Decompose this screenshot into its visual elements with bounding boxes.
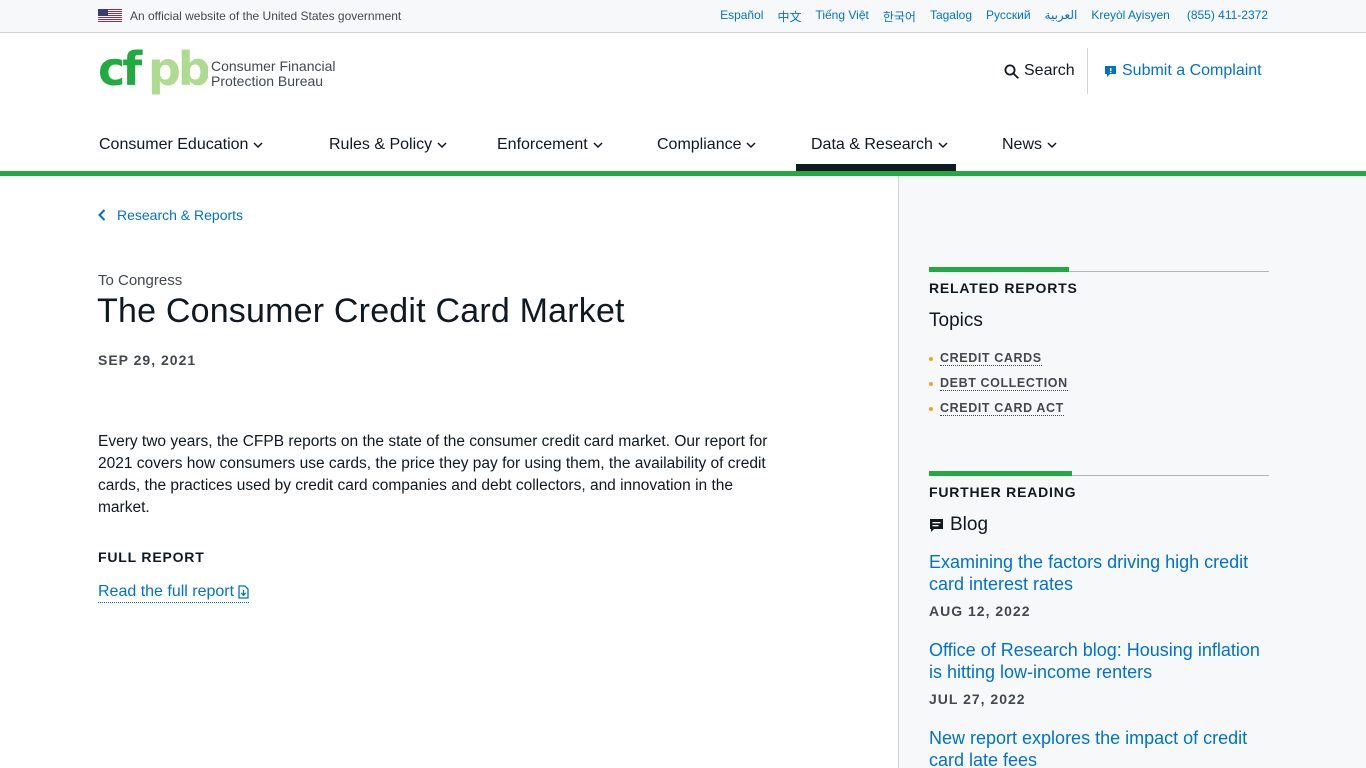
phone-link[interactable]: (855) 411-2372 [1187, 8, 1268, 25]
topic-label: DEBT COLLECTION [940, 376, 1068, 391]
nav-label: Consumer Education [99, 136, 249, 153]
main-navigation: Consumer Education Rules & Policy Enforc… [0, 126, 1366, 172]
gov-banner: An official website of the United States… [0, 0, 1366, 33]
breadcrumb[interactable]: Research & Reports [98, 207, 243, 223]
chevron-down-icon [437, 141, 447, 148]
read-full-report-link[interactable]: Read the full report [98, 583, 250, 603]
download-document-icon [238, 585, 249, 599]
nav-item-compliance[interactable]: Compliance [657, 136, 757, 154]
report-summary: Every two years, the CFPB reports on the… [98, 433, 768, 516]
nav-label: Rules & Policy [329, 136, 433, 153]
page-title: The Consumer Credit Card Market [97, 292, 625, 330]
lang-link-haitian-creole[interactable]: Kreyòl Ayisyen [1091, 8, 1170, 25]
read-full-report-label: Read the full report [98, 583, 235, 600]
us-flag-icon [98, 9, 122, 22]
chevron-down-icon [746, 141, 757, 148]
further-reading-heading: FURTHER READING [929, 484, 1077, 500]
nav-item-news[interactable]: News [1002, 136, 1057, 154]
topics-label: Topics [929, 310, 983, 331]
nav-item-rules-policy[interactable]: Rules & Policy [329, 136, 447, 154]
logo-line-2: Protection Bureau [211, 73, 324, 89]
breadcrumb-link: Research & Reports [117, 207, 244, 223]
logo-line-1: Consumer Financial [211, 58, 336, 74]
blog-post: Examining the factors driving high credi… [929, 551, 1269, 619]
lang-link-espanol[interactable]: Español [720, 8, 763, 25]
nav-label: News [1002, 136, 1043, 153]
search-icon [1004, 64, 1019, 79]
bullet [929, 406, 933, 411]
blog-post-date: JUL 27, 2022 [929, 691, 1026, 707]
further-reading-section: FURTHER READING Blog Examining the facto… [929, 471, 1269, 768]
topics-heading: Topics [929, 310, 1269, 332]
header-divider [1087, 48, 1088, 94]
topic-item-credit-card-act[interactable]: CREDIT CARD ACT [929, 396, 1269, 421]
full-report-heading: FULL REPORT [98, 549, 205, 565]
related-reports-heading: RELATED REPORTS [929, 280, 1078, 296]
lang-link-russian[interactable]: Русский [986, 8, 1031, 25]
search-button[interactable]: Search [1004, 62, 1075, 80]
speech-bubble-icon [930, 518, 943, 532]
lang-link-arabic[interactable]: العربية [1045, 8, 1078, 25]
related-reports-section: RELATED REPORTS Topics CREDIT CARDS DEBT… [929, 267, 1269, 421]
blog-post: New report explores the impact of credit… [929, 727, 1269, 768]
lang-link-korean[interactable]: 한국어 [883, 8, 916, 25]
topic-item-credit-cards[interactable]: CREDIT CARDS [929, 346, 1269, 371]
section-rule [929, 471, 1269, 476]
language-list: Español 中文 Tiếng Việt 한국어 Tagalog Русски… [720, 8, 1268, 25]
bullet [929, 381, 933, 386]
blog-label: Blog [950, 514, 989, 535]
nav-item-enforcement[interactable]: Enforcement [497, 136, 603, 154]
nav-label: Enforcement [497, 136, 588, 153]
blog-post-date: AUG 12, 2022 [929, 603, 1031, 619]
lang-link-tagalog[interactable]: Tagalog [930, 8, 972, 25]
section-rule [929, 267, 1269, 272]
complaint-icon [1105, 65, 1116, 77]
topic-label: CREDIT CARD ACT [940, 401, 1064, 416]
complaint-label: Submit a Complaint [1122, 62, 1262, 79]
cfpb-logo[interactable]: cf pb [98, 47, 208, 99]
chevron-down-icon [253, 141, 263, 148]
report-date: SEP 29, 2021 [98, 352, 197, 368]
chevron-left-icon [98, 209, 106, 221]
lang-link-vietnamese[interactable]: Tiếng Việt [815, 8, 868, 25]
topic-label: CREDIT CARDS [940, 351, 1042, 366]
chevron-down-icon [1047, 141, 1057, 148]
topic-list: CREDIT CARDS DEBT COLLECTION CREDIT CARD… [929, 346, 1269, 421]
chevron-down-icon [938, 141, 948, 148]
search-label: Search [1024, 62, 1075, 79]
gov-banner-text: An official website of the United States… [130, 9, 402, 23]
blog-heading: Blog [929, 514, 1269, 536]
lang-link-chinese[interactable]: 中文 [777, 8, 801, 25]
sidebar: RELATED REPORTS Topics CREDIT CARDS DEBT… [898, 176, 1366, 768]
logo-agency-name: Consumer Financial Protection Bureau [211, 59, 336, 89]
blog-post-link[interactable]: New report explores the impact of credit… [929, 727, 1269, 768]
nav-active-indicator [796, 164, 956, 171]
nav-item-consumer-education[interactable]: Consumer Education [99, 136, 263, 154]
svg-text:cf: cf [98, 47, 143, 96]
bullet [929, 356, 933, 361]
nav-label: Compliance [657, 136, 742, 153]
blog-post-link[interactable]: Office of Research blog: Housing inflati… [929, 639, 1269, 683]
chevron-down-icon [593, 141, 603, 148]
blog-post-link[interactable]: Examining the factors driving high credi… [929, 551, 1269, 595]
nav-item-data-research[interactable]: Data & Research [811, 136, 948, 154]
svg-text:pb: pb [148, 47, 208, 96]
submit-complaint-link[interactable]: Submit a Complaint [1104, 62, 1262, 80]
report-category: To Congress [98, 272, 183, 289]
blog-post: Office of Research blog: Housing inflati… [929, 639, 1269, 707]
topic-item-debt-collection[interactable]: DEBT COLLECTION [929, 371, 1269, 396]
nav-label: Data & Research [811, 136, 933, 153]
